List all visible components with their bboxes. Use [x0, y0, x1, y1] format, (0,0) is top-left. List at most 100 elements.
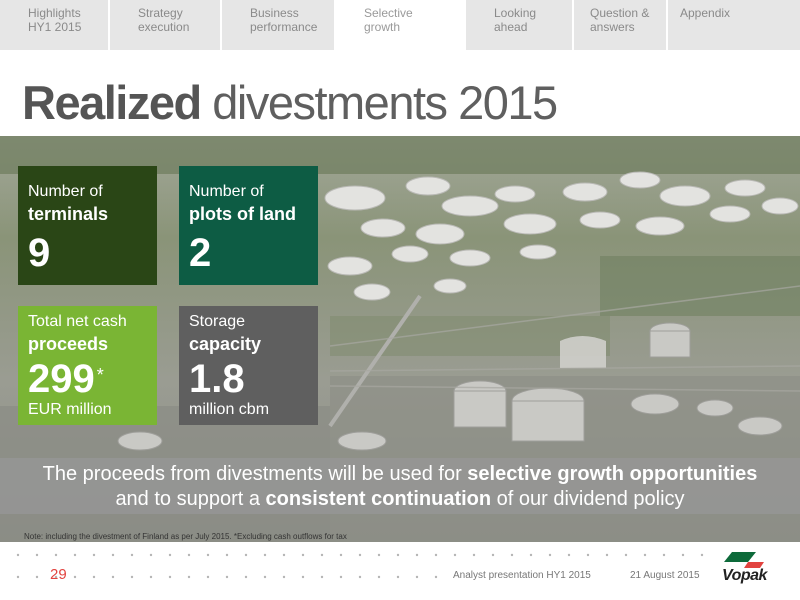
divider-dot [358, 575, 362, 579]
divider-dot [168, 575, 172, 579]
divider-dot [529, 553, 533, 557]
tile-label-bold: plots of land [189, 204, 296, 224]
divider-dot [149, 575, 153, 579]
tab-label: ahead [494, 20, 528, 34]
logo-text: Vopak [722, 567, 767, 584]
tab-label: growth [364, 20, 401, 34]
divider-dot [282, 553, 286, 557]
divider-dot [92, 553, 96, 557]
tile-label: Number of [28, 183, 103, 200]
page-title: Realized divestments 2015 [22, 75, 558, 131]
tile-value-wrap: 299 * [28, 357, 157, 401]
tile-label: Number of [189, 183, 264, 200]
stat-tile-proceeds: Total net cash proceeds 299 * EUR million [18, 306, 157, 425]
tab-label: execution [138, 20, 190, 34]
tab-label: Business [250, 6, 299, 20]
divider-dot [396, 553, 400, 557]
divider-dot [434, 553, 438, 557]
divider-dot [377, 553, 381, 557]
band-text-bold: consistent continuation [265, 488, 492, 510]
stat-tile-plots: Number of plots of land 2 [179, 166, 318, 285]
tab-appendix[interactable]: Appendix [668, 0, 800, 50]
tile-unit: EUR million [28, 401, 112, 418]
divider-dot [681, 553, 685, 557]
footnote: Note: including the divestment of Finlan… [24, 532, 347, 541]
tab-looking-ahead[interactable]: Looking ahead [466, 0, 574, 50]
tab-label: Strategy [138, 6, 183, 20]
divider-dot [377, 575, 381, 579]
divider-dot [206, 553, 210, 557]
divider-dot [662, 553, 666, 557]
divider-dot [35, 575, 39, 579]
title-rest: divestments 2015 [212, 76, 558, 129]
tab-label: Question & [590, 6, 650, 20]
section-nav: Highlights HY1 2015 Strategy execution B… [0, 0, 800, 50]
divider-dot [301, 575, 305, 579]
divider-dot [643, 553, 647, 557]
divider-dot [339, 553, 343, 557]
divider-dot [244, 575, 248, 579]
divider-dot [453, 553, 457, 557]
divider-dot [111, 575, 115, 579]
divider-dot [605, 553, 609, 557]
divider-dot [700, 553, 704, 557]
divider-dot [92, 575, 96, 579]
presentation-date: 21 August 2015 [630, 570, 700, 581]
tab-selective-growth[interactable]: Selective growth [336, 0, 466, 50]
band-text: and to support a [115, 488, 266, 510]
tile-unit: million cbm [189, 401, 270, 418]
presentation-title: Analyst presentation HY1 2015 [453, 570, 591, 581]
tab-business-performance[interactable]: Business performance [222, 0, 336, 50]
divider-dot [16, 575, 20, 579]
dotted-divider [16, 553, 704, 557]
divider-dot [187, 575, 191, 579]
tab-strategy-execution[interactable]: Strategy execution [110, 0, 222, 50]
divider-dot [263, 575, 267, 579]
tile-label: Total net cash [28, 313, 127, 330]
divider-dot [35, 553, 39, 557]
divider-dot [73, 553, 77, 557]
divider-dot [16, 553, 20, 557]
stat-tile-terminals: Number of terminals 9 [18, 166, 157, 285]
divider-dot [301, 553, 305, 557]
tab-label: performance [250, 20, 318, 34]
divider-dot [548, 553, 552, 557]
divider-dot [130, 553, 134, 557]
tab-label: Highlights [28, 6, 81, 20]
divider-dot [263, 553, 267, 557]
divider-dot [54, 553, 58, 557]
band-text: of our dividend policy [491, 488, 685, 510]
message-band: The proceeds from divestments will be us… [0, 458, 800, 514]
divider-dot [415, 553, 419, 557]
tab-label: Looking [494, 6, 537, 20]
band-line-1: The proceeds from divestments will be us… [0, 462, 800, 487]
tab-label: HY1 2015 [28, 20, 82, 34]
tile-value: 1.8 [189, 357, 245, 401]
divider-dot [434, 575, 438, 579]
band-line-2: and to support a consistent continuation… [0, 487, 800, 512]
tile-label: Storage [189, 313, 246, 330]
tile-value: 299 [28, 357, 95, 401]
tab-label: answers [590, 20, 635, 34]
divider-dot [282, 575, 286, 579]
tab-question-answers[interactable]: Question & answers [574, 0, 668, 50]
divider-dot [168, 553, 172, 557]
divider-dot [624, 553, 628, 557]
page-number: 29 [50, 566, 67, 583]
tab-label: Selective [364, 6, 413, 20]
divider-dot [130, 575, 134, 579]
divider-dot [244, 553, 248, 557]
divider-dot [358, 553, 362, 557]
divider-dot [567, 553, 571, 557]
tile-label-bold: terminals [28, 204, 109, 224]
stat-tile-storage: Storage capacity 1.8 million cbm [179, 306, 318, 425]
divider-dot [149, 553, 153, 557]
divider-dot [415, 575, 419, 579]
tile-value: 9 [28, 231, 51, 275]
band-text: The proceeds from divestments will be us… [42, 463, 468, 485]
divider-dot [586, 553, 590, 557]
divider-dot [396, 575, 400, 579]
tab-highlights[interactable]: Highlights HY1 2015 [0, 0, 110, 50]
divider-dot [320, 553, 324, 557]
tab-label: Appendix [680, 6, 731, 20]
